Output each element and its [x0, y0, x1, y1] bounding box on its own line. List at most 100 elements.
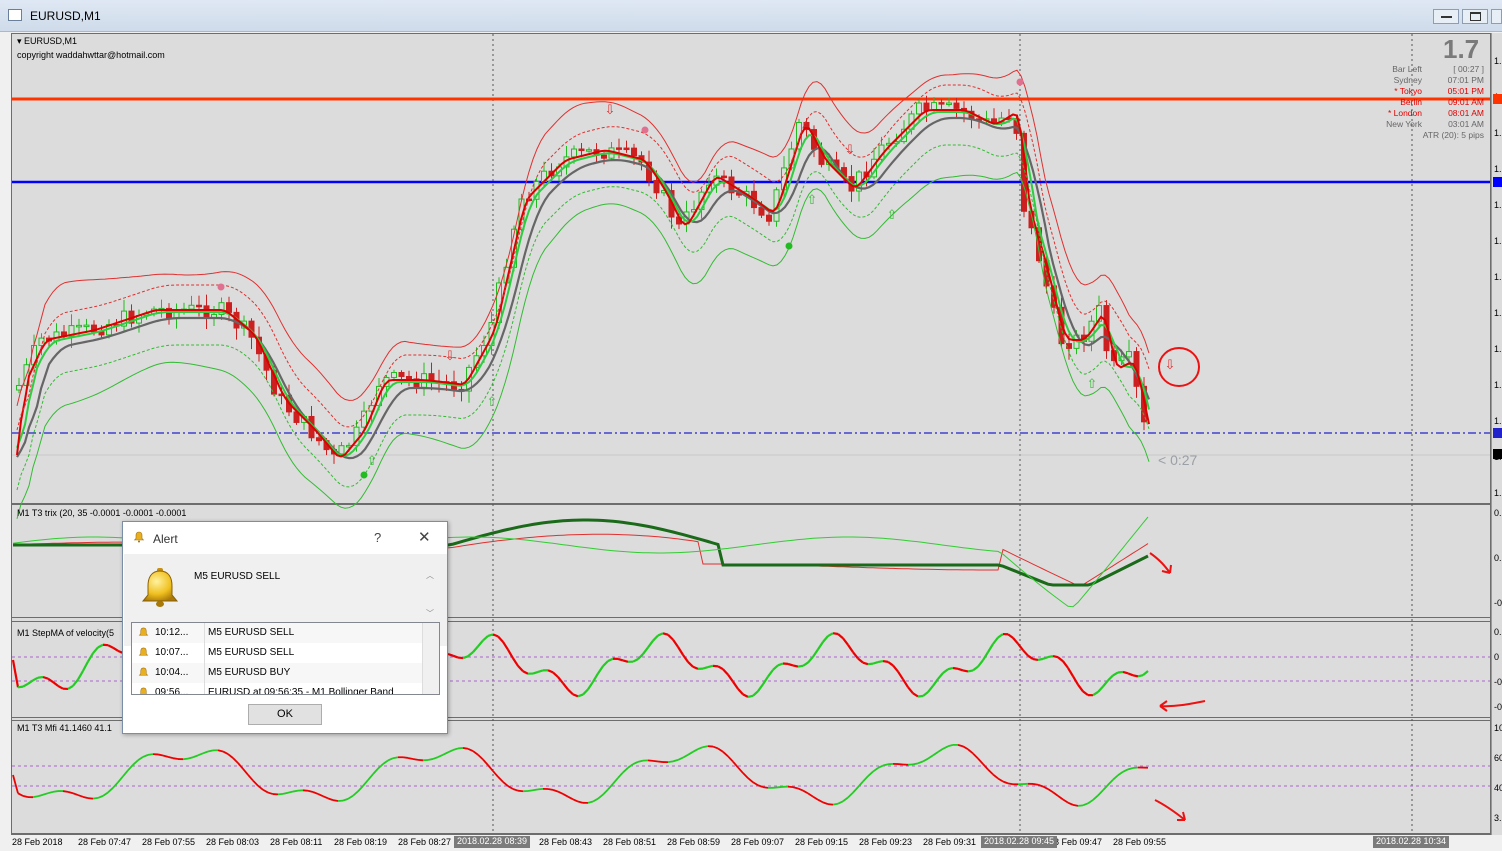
big-value-readout: 1.7	[1443, 34, 1480, 64]
trix-scale-label: 0.	[1494, 553, 1502, 563]
help-button[interactable]: ?	[374, 530, 381, 545]
mfi-segment	[547, 788, 554, 791]
signal-arrow-icon: ⇩	[445, 349, 456, 364]
candle	[226, 302, 232, 313]
stepma-segment	[42, 675, 49, 680]
bar-left-row: Bar Left [ 00:27 ]	[1360, 64, 1484, 75]
candle	[631, 147, 637, 157]
stepma-segment	[792, 664, 799, 668]
candle	[586, 149, 592, 152]
session-row: * Tokyo 05:01 PM	[1394, 86, 1484, 96]
mfi-segment	[457, 747, 464, 750]
candle	[361, 410, 367, 428]
mfi-segment	[1032, 783, 1039, 786]
signal-arrow-icon: ⇧	[1087, 377, 1098, 392]
pane-frame	[11, 720, 1491, 834]
ok-button[interactable]: OK	[248, 704, 322, 725]
stepma-segment	[1047, 655, 1054, 659]
candle	[653, 179, 660, 194]
chart-symbol-label[interactable]: ▾ EURUSD,M1	[17, 36, 77, 47]
candle	[616, 147, 622, 150]
mfi-segment	[402, 756, 409, 759]
price-scale-label: 1.	[1494, 308, 1502, 318]
session-row: Berlin 09:01 AM	[1400, 97, 1484, 107]
time-tick-label: 28 Feb 08:59	[667, 837, 721, 847]
bar-left-value: [ 00:27 ]	[1453, 64, 1484, 74]
alert-close-button[interactable]: ✕	[418, 528, 431, 546]
stepma-segment	[622, 659, 629, 663]
mfi-segment	[1072, 803, 1079, 807]
mfi-segment	[882, 763, 889, 767]
candle	[916, 102, 922, 115]
mfi-segment	[182, 757, 189, 761]
list-item[interactable]: 10:07... M5 EURUSD SELL	[132, 643, 422, 663]
bell-icon	[138, 647, 149, 656]
mfi-segment	[577, 800, 584, 804]
stepma-pane-label: M1 StepMA of velocity(5	[17, 628, 115, 638]
price-scale[interactable]: 1.1.1.1.1.1.1.1.1.1.1.1.1.0.0.-00.0-0-01…	[1491, 33, 1502, 835]
stepma-segment	[702, 666, 709, 670]
signal-arrow-icon: ⇩	[605, 103, 616, 118]
alert-titlebar: Alert ? ✕	[123, 522, 447, 554]
stepma-segment	[1137, 674, 1144, 678]
signal-arrow-icon: ⇩	[1165, 358, 1176, 373]
candle	[758, 207, 765, 216]
mfi-segment	[147, 753, 154, 756]
market-sessions-panel: Bar Left [ 00:27 ] Sydney 07:01 PM * Toky…	[1360, 64, 1484, 141]
time-tick-label: 28 Feb 2018	[12, 837, 63, 847]
candle	[398, 371, 405, 377]
stepma-segment	[532, 670, 539, 675]
mfi-segment	[292, 789, 299, 793]
time-tick-label: 28 Feb 08:03	[206, 837, 260, 847]
stepma-segment	[797, 664, 804, 668]
signal-arrow-icon: ⇧	[487, 395, 498, 410]
copyright-label: copyright waddahwttar@hotmail.com	[17, 50, 165, 60]
stepma-segment	[967, 669, 974, 673]
mfi-segment	[62, 790, 69, 793]
stepma-segment	[1032, 657, 1039, 662]
stepma-segment	[882, 659, 889, 663]
price-tag	[1493, 428, 1502, 438]
price-scale-label: 1.	[1494, 56, 1502, 66]
stepma-segment	[617, 657, 624, 662]
list-scrollbar[interactable]	[422, 623, 439, 694]
mfi-segment	[462, 747, 469, 750]
price-scale-label: 1.	[1494, 380, 1502, 390]
price-scale-label: 1.	[1494, 488, 1502, 498]
price-tag	[1493, 94, 1502, 104]
price-scale-label: 1.	[1494, 272, 1502, 282]
mfi-segment	[637, 759, 644, 763]
mfi-segment	[82, 795, 89, 800]
stepma-segment	[867, 662, 874, 666]
stepma-segment	[662, 632, 669, 636]
signal-dot	[360, 471, 368, 479]
bell-icon	[140, 687, 147, 694]
stepma-segment	[487, 633, 494, 638]
mfi-segment	[167, 756, 174, 760]
list-item[interactable]: 09:56... EURUSD at 09:56:35 - M1 Bolling…	[132, 683, 422, 694]
mfi-scale-label: 60	[1494, 753, 1502, 763]
stepma-segment	[537, 669, 544, 674]
mfi-segment	[92, 797, 99, 800]
mfi-segment	[652, 759, 659, 763]
mfi-segment	[332, 799, 339, 802]
stepma-segment	[947, 666, 954, 671]
mfi-segment	[702, 745, 709, 748]
alert-history-list[interactable]: 10:12... M5 EURUSD SELL 10:07... M5 EURU…	[131, 622, 440, 695]
time-tick-label: 28 Feb 09:07	[731, 837, 785, 847]
list-item[interactable]: 10:04... M5 EURUSD BUY	[132, 663, 422, 683]
candle	[578, 148, 585, 152]
list-item[interactable]: 10:12... M5 EURUSD SELL	[132, 623, 422, 643]
stepma-segment	[787, 662, 794, 667]
mfi-segment	[22, 795, 29, 799]
candle	[601, 154, 607, 159]
candle	[391, 371, 397, 378]
mfi-segment	[667, 760, 674, 763]
signal-arrow-icon: ⇧	[367, 454, 378, 469]
trix-scale-label: 0.	[1494, 508, 1502, 518]
time-tick-label: 28 Feb 09:15	[795, 837, 849, 847]
bell-icon	[138, 667, 149, 676]
mfi-segment	[412, 758, 419, 761]
signal-arrow-icon: ⇩	[845, 143, 856, 158]
signal-dot	[785, 242, 793, 250]
